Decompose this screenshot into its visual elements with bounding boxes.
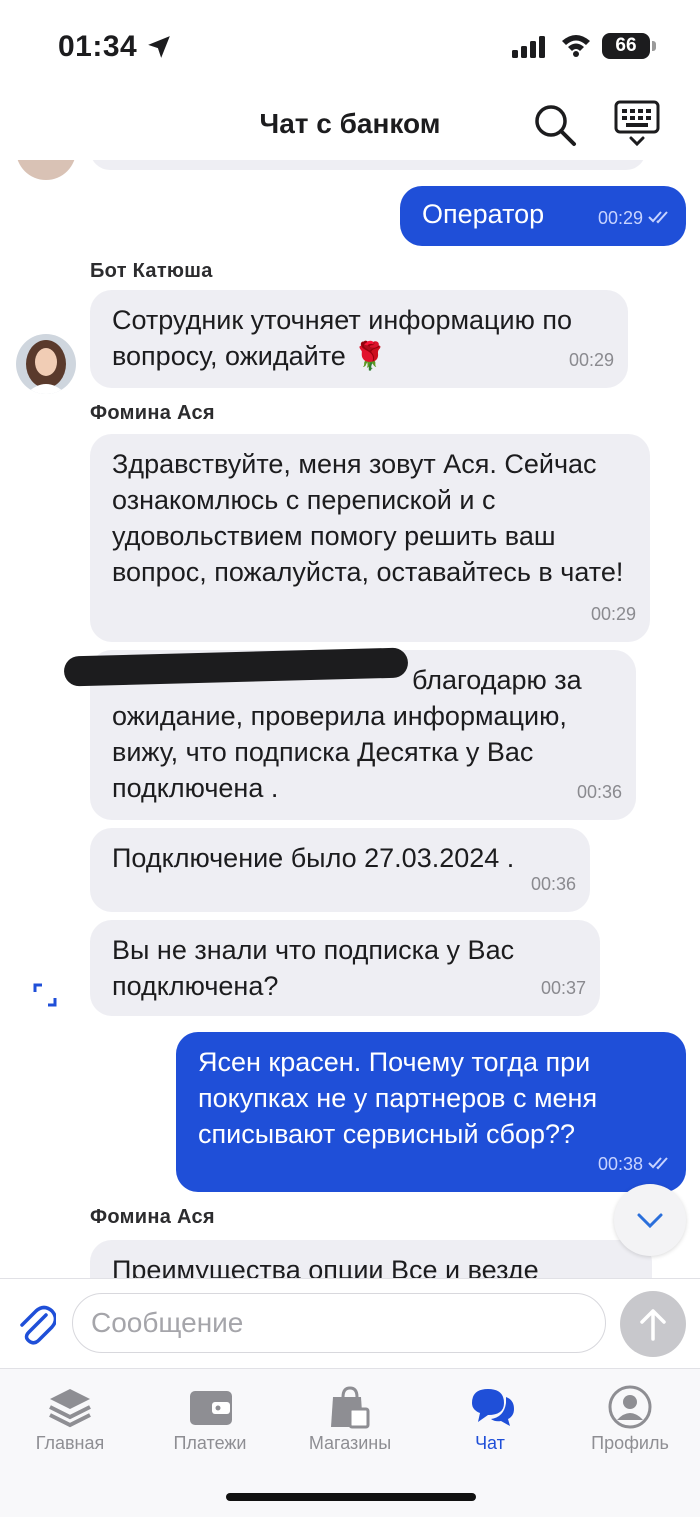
wifi-icon (562, 35, 590, 57)
message-time: 00:36 (576, 782, 622, 802)
chat-header: Чат с банком (0, 90, 700, 160)
tab-payments[interactable]: Платежи (140, 1369, 280, 1469)
home-indicator (226, 1493, 476, 1501)
search-icon[interactable] (530, 100, 580, 150)
message-bubble-outgoing: Ясен красен. Почему тогда при покупках н… (176, 1032, 686, 1192)
message-bubble-incoming: Подключение было 27.03.2024 . 00:36 (90, 828, 590, 912)
message-text: Подключение было 27.03.2024 . (112, 843, 515, 873)
message-bubble-incoming: Сотрудник уточняет информацию по вопросу… (90, 290, 628, 388)
paperclip-icon[interactable] (16, 1301, 56, 1345)
battery-cap (652, 41, 656, 51)
tab-label: Платежи (173, 1433, 247, 1453)
battery-indicator: 66 (602, 33, 650, 59)
message-bubble-incoming: Вы не знали что подписка у Вас подключен… (90, 920, 600, 1016)
tab-label: Чат (475, 1433, 505, 1453)
message-text: Здравствуйте, меня зовут Ася. Сейчас озн… (112, 449, 624, 587)
keyboard-icon[interactable] (612, 98, 662, 150)
message-text: Преимущества опции Все и везде (112, 1255, 539, 1278)
bot-avatar (16, 334, 76, 394)
read-checkmarks-icon (648, 1157, 668, 1170)
sender-name: Фомина Ася (90, 402, 215, 424)
message-input[interactable]: Сообщение (72, 1293, 606, 1353)
status-time: 01:34 (58, 30, 138, 63)
expand-corner-icon[interactable] (32, 982, 58, 1008)
message-bubble-incoming: Здравствуйте, меня зовут Ася. Сейчас озн… (90, 434, 650, 642)
message-text: Сотрудник уточняет информацию по вопросу… (112, 305, 572, 371)
sender-name: Фомина Ася (90, 1206, 215, 1228)
page-title: Чат с банком (259, 108, 441, 139)
send-button[interactable] (620, 1291, 686, 1357)
message-text: благодарю за ожидание, проверила информа… (112, 665, 582, 803)
layers-icon (49, 1389, 91, 1428)
tab-label: Профиль (591, 1433, 669, 1453)
message-time: 00:29 (568, 350, 614, 370)
tab-label: Главная (35, 1433, 105, 1453)
message-bubble-partial (90, 160, 646, 170)
message-time: 00:38 (598, 1146, 672, 1182)
status-bar: 01:34 66 (0, 0, 700, 90)
message-text: Оператор (422, 199, 545, 229)
tab-home[interactable]: Главная (0, 1369, 140, 1469)
message-text: Ясен красен. Почему тогда при покупках н… (198, 1047, 598, 1149)
chat-bubbles-icon (472, 1389, 514, 1426)
tab-label: Магазины (308, 1433, 392, 1453)
read-checkmarks-icon (648, 211, 668, 224)
tab-shops[interactable]: Магазины (280, 1369, 420, 1469)
sender-name: Бот Катюша (90, 260, 213, 282)
chevron-down-icon (637, 1213, 663, 1229)
message-time: 00:37 (540, 978, 586, 998)
message-time: 00:29 (590, 604, 636, 624)
profile-icon (608, 1385, 652, 1429)
tab-profile[interactable]: Профиль (560, 1369, 700, 1469)
message-bubble-outgoing: Оператор 00:29 (400, 186, 686, 246)
avatar-partial (16, 160, 76, 180)
wallet-icon (190, 1391, 232, 1425)
location-arrow-icon (148, 36, 170, 58)
message-input-bar: Сообщение (0, 1278, 700, 1369)
bot-avatar-image (16, 334, 76, 394)
message-time: 00:36 (530, 874, 576, 894)
message-input-placeholder: Сообщение (91, 1307, 244, 1338)
message-time: 00:29 (598, 200, 672, 236)
message-bubble-incoming: Преимущества опции Все и везде (90, 1240, 652, 1278)
shopping-bag-icon (331, 1386, 370, 1429)
chat-messages[interactable]: Оператор 00:29 Бот Катюша Сотрудник уточ… (0, 160, 700, 1278)
message-text: Вы не знали что подписка у Вас подключен… (112, 935, 515, 1001)
arrow-up-icon (640, 1309, 666, 1341)
scroll-to-bottom-button[interactable] (614, 1184, 686, 1256)
tab-chat[interactable]: Чат (420, 1369, 560, 1469)
cellular-signal-icon (512, 36, 545, 58)
